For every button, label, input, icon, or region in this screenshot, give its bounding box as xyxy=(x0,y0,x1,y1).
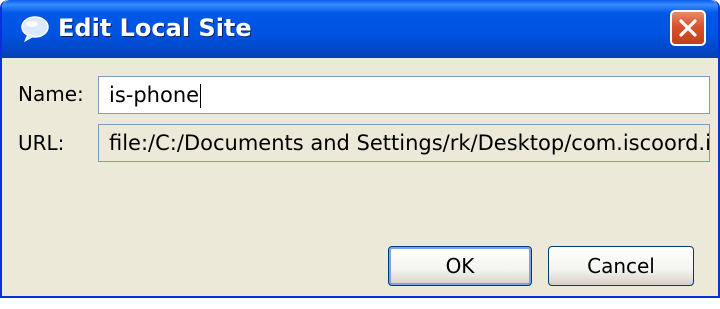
cancel-button[interactable]: Cancel xyxy=(548,246,694,286)
name-input-value: is-phone xyxy=(109,83,200,107)
name-input[interactable]: is-phone xyxy=(98,76,710,114)
close-button[interactable] xyxy=(670,10,706,46)
edit-local-site-dialog: Edit Local Site Name: is-phone URL: file… xyxy=(0,0,720,298)
url-label: URL: xyxy=(18,131,65,155)
url-field-value: file:/C:/Documents and Settings/rk/Deskt… xyxy=(109,131,710,155)
dialog-content: Name: is-phone URL: file:/C:/Documents a… xyxy=(2,58,718,296)
title-bar[interactable]: Edit Local Site xyxy=(2,0,718,58)
text-caret xyxy=(200,84,202,108)
speech-bubble-icon xyxy=(20,16,50,43)
dialog-title: Edit Local Site xyxy=(58,14,252,42)
url-field: file:/C:/Documents and Settings/rk/Deskt… xyxy=(98,124,710,162)
close-icon xyxy=(679,19,697,37)
ok-button[interactable]: OK xyxy=(388,246,532,286)
name-label: Name: xyxy=(18,82,84,106)
